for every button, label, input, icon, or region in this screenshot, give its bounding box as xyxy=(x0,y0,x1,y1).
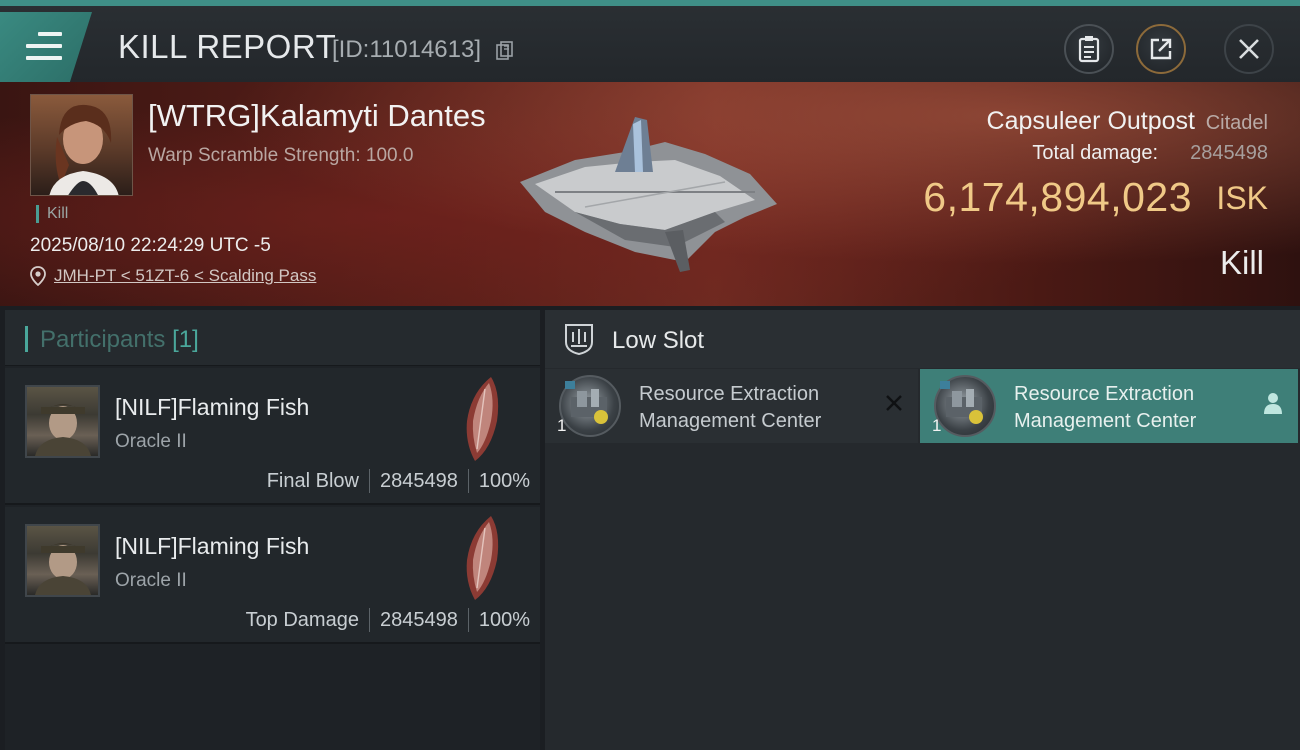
total-damage-value: 2845498 xyxy=(1190,142,1268,164)
participant-name[interactable]: [NILF]Flaming Fish xyxy=(115,533,309,560)
module-name: Resource Extraction Management Center xyxy=(1014,381,1244,435)
total-damage-label: Total damage: xyxy=(1032,142,1158,164)
oracle-ship-icon[interactable] xyxy=(453,512,508,604)
low-slot-icon xyxy=(565,324,593,356)
participants-panel: Participants [1] [NILF]Flaming Fish Orac… xyxy=(5,310,540,750)
participant-damage: 2845498 xyxy=(379,469,458,492)
destroyed-x-icon xyxy=(886,395,902,411)
target-name: Capsuleer Outpost xyxy=(986,107,1195,135)
top-bar: KILL REPORT [ID:11014613] xyxy=(0,0,1300,82)
module-quantity: 1 xyxy=(932,416,942,435)
module-icon[interactable] xyxy=(559,375,621,437)
participant-role: Final Blow xyxy=(266,469,359,492)
participants-label: Participants xyxy=(40,326,166,353)
clipboard-icon xyxy=(1078,36,1100,63)
module-name-line2: Management Center xyxy=(1014,410,1197,432)
participant-stats: Final Blow 2845498 100% xyxy=(267,469,530,493)
kill-result: Kill xyxy=(1219,244,1264,281)
isk-value: 6,174,894,023 xyxy=(923,174,1192,220)
divider xyxy=(368,608,370,632)
participants-count: [1] xyxy=(172,326,199,353)
divider xyxy=(467,608,469,632)
fitting-panel: Low Slot 1 Resource Extraction Managemen… xyxy=(545,310,1300,750)
module-item-destroyed[interactable]: 1 Resource Extraction Management Center xyxy=(545,369,918,443)
kill-tag: Kill xyxy=(36,205,68,223)
kill-timestamp: 2025/08/10 22:24:29 UTC -5 xyxy=(30,235,271,256)
module-quantity: 1 xyxy=(557,416,567,435)
participant-stats: Top Damage 2845498 100% xyxy=(246,608,530,632)
victim-portrait[interactable] xyxy=(30,94,133,196)
oracle-ship-icon[interactable] xyxy=(453,373,508,465)
module-name-line1: Resource Extraction xyxy=(639,383,820,405)
clipboard-button[interactable] xyxy=(1064,24,1114,74)
extraction-center-icon xyxy=(940,381,983,424)
participant-percent: 100% xyxy=(478,469,530,492)
close-icon xyxy=(1239,39,1259,59)
participant-avatar[interactable] xyxy=(25,385,100,458)
low-slot-header: Low Slot xyxy=(545,310,1300,368)
participant-ship: Oracle II xyxy=(115,431,187,452)
page-title: KILL REPORT xyxy=(118,28,337,65)
module-item-dropped[interactable]: 1 Resource Extraction Management Center xyxy=(920,369,1298,443)
header-accent-bar xyxy=(25,326,28,352)
isk-unit: ISK xyxy=(1216,180,1268,216)
divider xyxy=(368,469,370,493)
participant-row[interactable]: [NILF]Flaming Fish Oracle II Final Blow … xyxy=(5,368,540,505)
divider xyxy=(467,469,469,493)
extraction-center-icon xyxy=(565,381,608,424)
menu-icon xyxy=(26,32,62,60)
location-link[interactable]: JMH-PT < 51ZT-6 < Scalding Pass xyxy=(54,266,316,286)
module-icon[interactable] xyxy=(934,375,996,437)
participant-role: Top Damage xyxy=(245,608,359,631)
participant-name[interactable]: [NILF]Flaming Fish xyxy=(115,394,309,421)
victim-name[interactable]: [WTRG]Kalamyti Dantes xyxy=(148,98,486,134)
copy-icon[interactable] xyxy=(496,41,514,61)
person-dropped-icon xyxy=(1264,393,1282,414)
portrait-image xyxy=(49,104,119,195)
module-name: Resource Extraction Management Center xyxy=(639,381,869,435)
participants-header[interactable]: Participants [1] xyxy=(5,310,540,366)
participants-title: Participants [1] xyxy=(40,326,199,354)
menu-button[interactable] xyxy=(0,12,92,82)
participant-percent: 100% xyxy=(478,608,530,631)
slot-title: Low Slot xyxy=(612,327,705,354)
warp-scramble-strength: Warp Scramble Strength: 100.0 xyxy=(148,145,414,166)
participant-ship: Oracle II xyxy=(115,570,187,591)
portrait-image xyxy=(35,543,91,595)
module-name-line2: Management Center xyxy=(639,410,822,432)
kill-banner: [WTRG]Kalamyti Dantes Warp Scramble Stre… xyxy=(0,82,1300,306)
citadel-structure-image xyxy=(520,117,777,272)
participant-avatar[interactable] xyxy=(25,524,100,597)
location-pin-icon xyxy=(30,266,46,286)
share-icon xyxy=(1150,38,1172,60)
close-button[interactable] xyxy=(1224,24,1274,74)
participant-row[interactable]: [NILF]Flaming Fish Oracle II Top Damage … xyxy=(5,507,540,644)
participant-damage: 2845498 xyxy=(379,608,458,631)
kill-location[interactable]: JMH-PT < 51ZT-6 < Scalding Pass xyxy=(30,266,316,286)
share-button[interactable] xyxy=(1136,24,1186,74)
target-type: Citadel xyxy=(1205,112,1268,134)
report-id: [ID:11014613] xyxy=(332,36,482,63)
portrait-image xyxy=(35,404,91,456)
module-name-line1: Resource Extraction xyxy=(1014,383,1195,405)
